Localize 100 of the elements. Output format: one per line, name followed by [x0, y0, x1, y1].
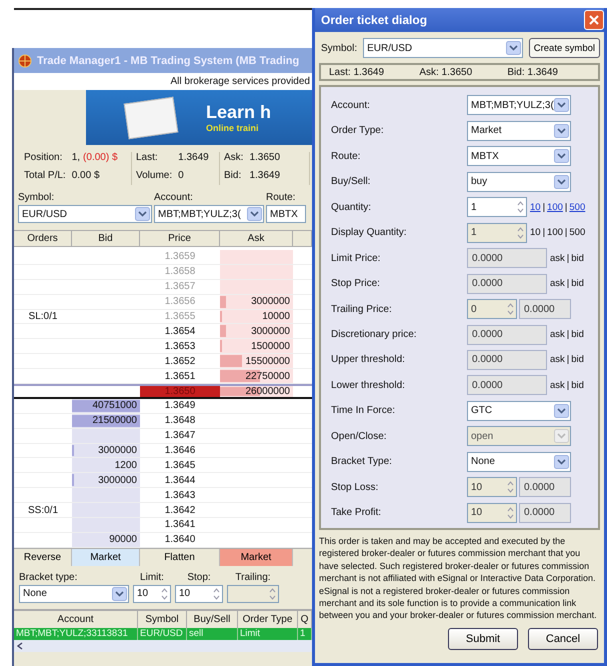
- column-header: Orders: [14, 231, 72, 246]
- stat-label: Position:: [24, 152, 64, 165]
- orders-cell: SL:0/1: [28, 311, 58, 322]
- banner-headline: Learn h: [206, 102, 272, 123]
- spinner-arrows-icon[interactable]: [160, 586, 169, 601]
- dropdown-field[interactable]: Market: [467, 120, 571, 141]
- spinner-field[interactable]: 1: [467, 197, 527, 218]
- column-header: Ask: [220, 231, 293, 246]
- stat-value: 1.3650: [249, 152, 280, 165]
- quick-link[interactable]: 500: [569, 202, 586, 213]
- create-symbol-button[interactable]: Create symbol: [528, 38, 600, 58]
- link-separator: |: [566, 354, 570, 366]
- price-cell[interactable]: 1.3641: [164, 519, 196, 530]
- symbol-dropdown[interactable]: EUR/USD: [363, 38, 523, 58]
- scroll-left-icon[interactable]: [17, 642, 23, 650]
- stat-value: 1.3649: [249, 170, 280, 182]
- ask-size: 1500000: [251, 340, 290, 352]
- dropdown-field[interactable]: None: [467, 452, 571, 472]
- price-cell[interactable]: 1.3648: [164, 415, 196, 426]
- price-cell[interactable]: 1.3646: [164, 445, 196, 456]
- ask-size: 26000000: [246, 386, 290, 398]
- field-label: Limit:: [139, 572, 165, 583]
- stop-spinner[interactable]: 10: [175, 584, 223, 603]
- bid-size: 3000000: [98, 445, 137, 456]
- price-cell[interactable]: 1.3640: [164, 534, 196, 546]
- price-cell[interactable]: 1.3642: [164, 504, 196, 516]
- price-cell[interactable]: 1.3652: [164, 356, 196, 367]
- stat-label: Last:: [136, 152, 159, 165]
- link-separator: |: [566, 278, 570, 290]
- bid-size: 3000000: [98, 474, 137, 486]
- stat-value: 1,: [72, 152, 80, 165]
- dialog-button[interactable]: Cancel: [528, 628, 598, 650]
- globe-icon: [18, 54, 32, 68]
- field-label: Take Profit:: [331, 507, 382, 518]
- stat-value: 0.00 $: [72, 170, 100, 182]
- link-separator: |: [542, 227, 546, 238]
- ask-size: 10000: [262, 311, 290, 322]
- link-separator: |: [564, 202, 568, 213]
- order-action-button[interactable]: Market: [72, 548, 140, 566]
- field-label: Bracket type:: [19, 572, 78, 583]
- price-cell[interactable]: 1.3654: [164, 326, 196, 337]
- notice-text: All brokerage services provided: [170, 76, 310, 87]
- field-label: Trailing Price:: [331, 304, 393, 315]
- stat-value: 0: [178, 170, 184, 182]
- bid-size: 40751000: [92, 400, 137, 412]
- link-separator: |: [566, 252, 570, 264]
- field-label: Bracket Type:: [331, 456, 393, 468]
- field-label: Time In Force:: [331, 405, 396, 416]
- quote-text: Last: 1.3649: [329, 66, 384, 78]
- column-header: Price: [140, 231, 220, 246]
- field-label: Route:: [331, 150, 362, 162]
- field-label: Upper threshold:: [331, 354, 406, 366]
- dropdown-field[interactable]: GTC: [467, 400, 571, 421]
- field-label: Trailing:: [234, 572, 272, 583]
- price-cell[interactable]: 1.3643: [164, 490, 196, 501]
- order-action-button[interactable]: Market: [220, 548, 293, 566]
- quick-link[interactable]: 10: [530, 202, 541, 213]
- column-header: Bid: [72, 231, 140, 246]
- brochure-picture: [124, 96, 178, 139]
- dropdown-field[interactable]: buy: [467, 172, 571, 192]
- quote-text: Ask: 1.3650: [419, 66, 472, 78]
- field-label: Stop Loss:: [331, 482, 380, 493]
- dialog-button[interactable]: Submit: [448, 628, 518, 650]
- field-label: Limit Price:: [331, 252, 382, 264]
- link-separator: |: [566, 329, 570, 340]
- spinner-arrows-icon[interactable]: [516, 200, 525, 214]
- spinner-arrows-icon[interactable]: [212, 586, 221, 601]
- orders-cell: SS:0/1: [28, 504, 58, 516]
- price-cell[interactable]: 1.3651: [164, 370, 196, 382]
- field-label: Display Quantity:: [331, 227, 408, 238]
- ask-size: 3000000: [251, 326, 290, 337]
- horizontal-scrollbar[interactable]: [14, 640, 312, 652]
- selector-dropdown[interactable]: MBTX: [266, 205, 306, 223]
- price-cell[interactable]: 1.3647: [164, 430, 196, 442]
- spinner-arrows-icon[interactable]: [268, 586, 277, 601]
- close-icon: [589, 15, 599, 25]
- field-label: Discretionary price:: [331, 329, 418, 340]
- close-button[interactable]: [584, 10, 604, 30]
- limit-spinner[interactable]: 10: [133, 584, 171, 603]
- stat-label: Volume:: [136, 170, 172, 182]
- price-cell[interactable]: 1.3649: [164, 400, 196, 412]
- stat-label: Ask:: [224, 152, 244, 165]
- ad-banner[interactable]: Learn h Online traini: [86, 90, 312, 145]
- price-cell[interactable]: 1.3645: [164, 460, 196, 471]
- selector-label: Account:: [154, 192, 194, 203]
- stat-label: Bid:: [224, 170, 242, 182]
- price-cell[interactable]: 1.3653: [164, 340, 196, 352]
- disclaimer-text: This order is taken and may be accepted and executed by the registered broker-dealer or futures commission merchant that you have selected. Such registered broker-dealer or futures commission merchant is not affiliated with eSignal or Interactive Data Corporation. eSignal is not a registered broker-dealer or futures commission merchant and its sole function is to provide a communication link between you and your broker-dealer or futures commission merchant.: [319, 535, 598, 622]
- trailing-spinner[interactable]: [227, 584, 279, 603]
- field-label: Lower threshold:: [331, 380, 406, 391]
- selector-dropdown[interactable]: MBT;MBT;YULZ;3(: [154, 205, 264, 223]
- dropdown-field[interactable]: MBT;MBT;YULZ;3(: [467, 95, 571, 116]
- bracket-type-dropdown[interactable]: None: [19, 584, 129, 603]
- dropdown-field[interactable]: MBTX: [467, 146, 571, 166]
- selector-dropdown[interactable]: EUR/USD: [18, 205, 152, 223]
- bid-size: 1200: [114, 460, 137, 471]
- field-label: Account:: [331, 100, 371, 111]
- ask-size: 3000000: [251, 296, 290, 308]
- price-cell[interactable]: 1.3644: [164, 474, 196, 486]
- quick-link[interactable]: 100: [547, 202, 563, 213]
